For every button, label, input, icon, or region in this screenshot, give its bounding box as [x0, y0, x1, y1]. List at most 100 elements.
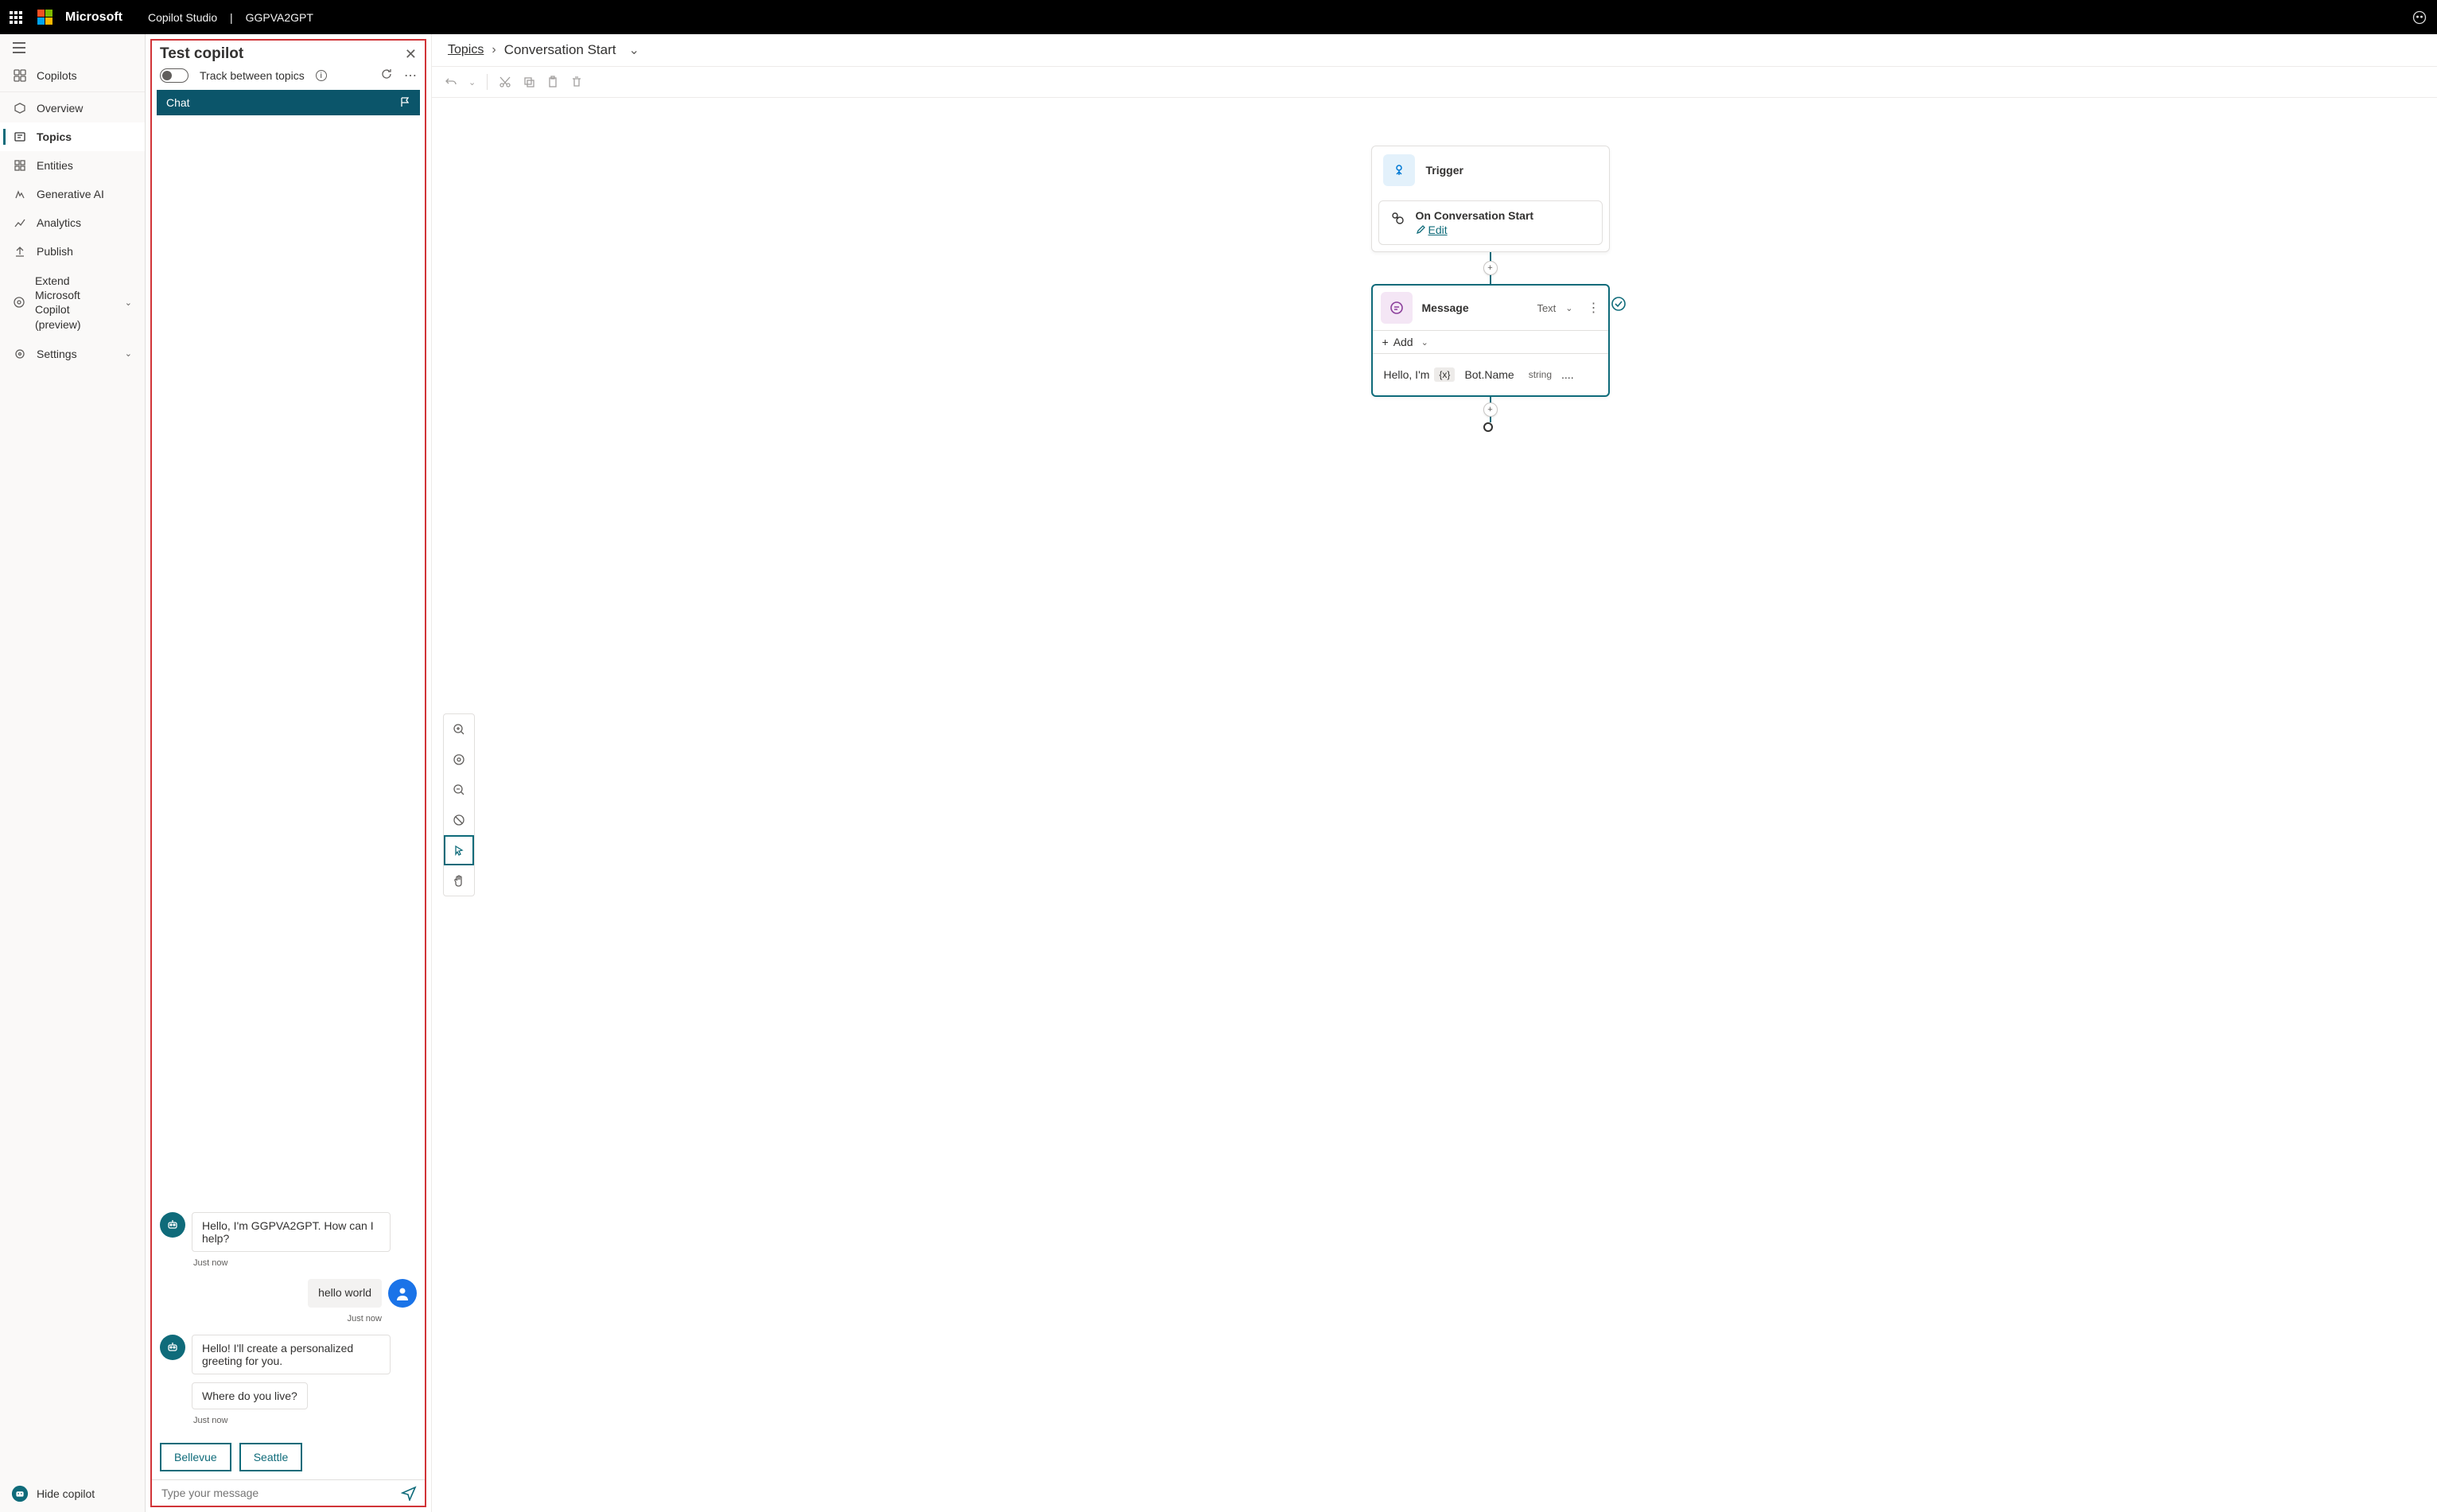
zoom-controls	[443, 713, 475, 896]
chat-body: Hello, I'm GGPVA2GPT. How can I help? Ju…	[152, 115, 425, 1440]
app-name[interactable]: Copilot Studio	[148, 11, 217, 24]
msg-text-prefix: Hello, I'm	[1384, 368, 1430, 381]
quick-replies: Bellevue Seattle	[152, 1440, 425, 1479]
chevron-down-icon[interactable]: ⌄	[468, 77, 476, 87]
close-icon[interactable]: ✕	[405, 46, 417, 63]
workspace: Test copilot ✕ Track between topics i ⋯ …	[146, 34, 2437, 1512]
quick-reply-button[interactable]: Seattle	[239, 1443, 303, 1471]
message-bubble[interactable]: Where do you live?	[192, 1382, 308, 1409]
quick-reply-button[interactable]: Bellevue	[160, 1443, 231, 1471]
zoom-in-icon[interactable]	[444, 714, 474, 744]
message-icon	[1381, 292, 1413, 324]
project-name[interactable]: GGPVA2GPT	[246, 11, 313, 24]
nav-collapse-button[interactable]	[0, 34, 145, 61]
chat-message: hello world	[160, 1279, 417, 1308]
add-variation-button[interactable]: + Add ⌄	[1373, 330, 1608, 354]
refresh-icon[interactable]	[380, 68, 393, 84]
nav-publish[interactable]: Publish	[0, 237, 145, 266]
chat-composer	[152, 1479, 425, 1506]
track-topics-toggle[interactable]	[160, 68, 189, 83]
topics-icon	[13, 130, 27, 143]
message-bubble[interactable]: Hello! I'll create a personalized greeti…	[192, 1335, 391, 1374]
nav-label: Entities	[37, 159, 73, 172]
app-separator: |	[227, 11, 235, 24]
message-bubble[interactable]: hello world	[308, 1279, 382, 1308]
nav-extend-copilot[interactable]: Extend Microsoft Copilot (preview) ⌄	[0, 266, 145, 340]
test-panel-title: Test copilot	[160, 45, 243, 63]
info-icon[interactable]: i	[316, 70, 327, 81]
nav-analytics[interactable]: Analytics	[0, 208, 145, 237]
nav-label: Overview	[37, 102, 83, 115]
bot-avatar-icon	[160, 1212, 185, 1238]
zoom-fit-icon[interactable]	[444, 744, 474, 775]
chat-header: Chat	[157, 90, 420, 115]
message-content[interactable]: Hello, I'm {x} Bot.Name string ....	[1373, 354, 1608, 395]
variable-name[interactable]: Bot.Name	[1459, 367, 1518, 383]
message-timestamp: Just now	[160, 1314, 382, 1323]
genai-icon	[13, 188, 27, 200]
chevron-down-icon: ⌄	[1421, 337, 1428, 348]
add-node-button[interactable]: +	[1483, 402, 1498, 417]
nav-settings[interactable]: Settings ⌄	[0, 340, 145, 368]
microsoft-logo-icon	[37, 10, 52, 25]
chevron-down-icon: ⌄	[125, 297, 132, 308]
nav-generative-ai[interactable]: Generative AI	[0, 180, 145, 208]
edit-link[interactable]: Edit	[1428, 223, 1448, 236]
publish-icon	[13, 245, 27, 258]
test-panel-container: Test copilot ✕ Track between topics i ⋯ …	[146, 34, 432, 1512]
delete-icon[interactable]	[570, 76, 583, 88]
canvas-viewport[interactable]: Trigger On Conversation Start Edit	[432, 98, 2437, 1512]
copy-icon[interactable]	[523, 76, 535, 88]
copilot-header-icon[interactable]	[2412, 10, 2427, 25]
chat-header-label: Chat	[166, 96, 190, 109]
canvas-breadcrumb: Topics › Conversation Start ⌄	[432, 34, 2437, 66]
breadcrumb-leaf: Conversation Start	[504, 42, 616, 58]
undo-icon[interactable]	[445, 76, 457, 88]
flow-end-icon	[1483, 422, 1493, 432]
nav-overview[interactable]: Overview	[0, 94, 145, 122]
cut-icon[interactable]	[499, 76, 511, 88]
message-timestamp: Just now	[193, 1258, 417, 1268]
zoom-reset-icon[interactable]	[444, 805, 474, 835]
nav-label: Extend Microsoft Copilot (preview)	[35, 274, 115, 332]
pan-tool-icon[interactable]	[444, 865, 474, 896]
more-icon[interactable]: ⋯	[404, 68, 417, 84]
entities-icon	[13, 159, 27, 172]
chat-message: Hello! I'll create a personalized greeti…	[160, 1335, 417, 1374]
analytics-icon	[13, 216, 27, 229]
message-input[interactable]	[160, 1486, 395, 1500]
message-bubble[interactable]: Hello, I'm GGPVA2GPT. How can I help?	[192, 1212, 391, 1252]
hide-copilot-button[interactable]: Hide copilot	[0, 1475, 145, 1512]
zoom-out-icon[interactable]	[444, 775, 474, 805]
nav-entities[interactable]: Entities	[0, 151, 145, 180]
add-label: Add	[1393, 336, 1413, 348]
app-shell: Copilots Overview Topics Entities Genera…	[0, 34, 2437, 1512]
message-timestamp: Just now	[193, 1416, 417, 1425]
pointer-tool-icon[interactable]	[444, 835, 474, 865]
paste-icon[interactable]	[546, 76, 559, 88]
extend-icon	[13, 296, 25, 309]
send-icon[interactable]	[401, 1485, 417, 1501]
authoring-canvas: Topics › Conversation Start ⌄ ⌄	[432, 34, 2437, 1512]
more-vertical-icon[interactable]: ⋮	[1588, 300, 1600, 316]
nav-topics[interactable]: Topics	[0, 122, 145, 151]
waffle-icon[interactable]	[10, 11, 22, 24]
test-copilot-panel: Test copilot ✕ Track between topics i ⋯ …	[150, 39, 426, 1507]
nav-label: Generative AI	[37, 188, 104, 200]
nav-copilots[interactable]: Copilots	[0, 61, 145, 90]
flag-icon[interactable]	[399, 96, 410, 109]
chevron-down-icon[interactable]: ⌄	[1565, 303, 1572, 313]
connector: +	[1490, 252, 1491, 284]
nav-label: Analytics	[37, 216, 81, 229]
trigger-node[interactable]: Trigger On Conversation Start Edit	[1371, 146, 1610, 252]
message-node[interactable]: Message Text ⌄ ⋮ + Add ⌄ Hello, I'm	[1371, 284, 1610, 397]
breadcrumb-root[interactable]: Topics	[448, 43, 484, 57]
message-type-label[interactable]: Text	[1537, 302, 1556, 314]
track-topics-label: Track between topics	[200, 69, 305, 82]
plus-icon: +	[1382, 336, 1389, 348]
trigger-event-label: On Conversation Start	[1416, 209, 1534, 222]
connector: +	[1490, 397, 1491, 422]
nav-label: Settings	[37, 348, 77, 360]
chevron-down-icon[interactable]: ⌄	[628, 42, 639, 58]
add-node-button[interactable]: +	[1483, 261, 1498, 275]
